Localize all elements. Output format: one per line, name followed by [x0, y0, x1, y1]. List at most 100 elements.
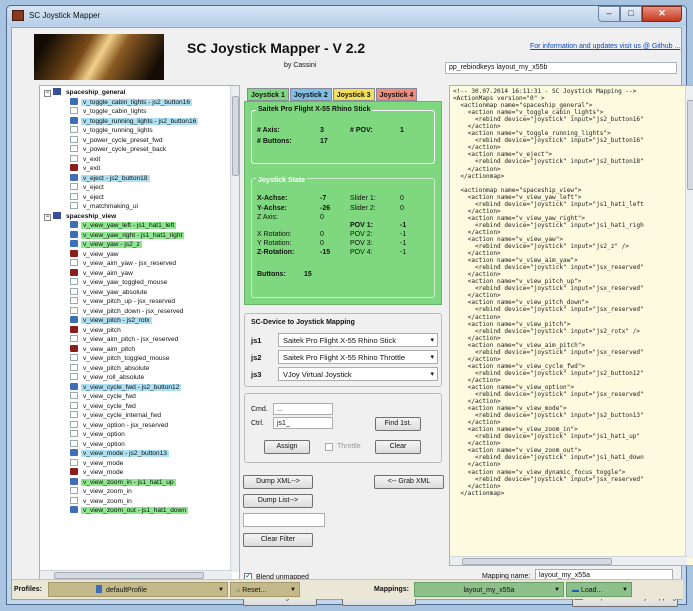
clear-button[interactable]: Clear [375, 440, 421, 454]
dump-xml-button[interactable]: Dump XML--> [243, 475, 313, 489]
tree-item[interactable]: v_matchmaking_ui [40, 202, 230, 212]
file-path-field[interactable]: pp_rebindkeys layout_my_x55b [445, 62, 677, 74]
collapse-icon[interactable]: − [44, 213, 51, 221]
tree-item[interactable]: v_view_cycle_internal_fwd [40, 411, 230, 421]
tree-item-label: v_toggle_cabin_lights - js2_button16 [81, 98, 193, 106]
tab-joystick-1[interactable]: Joystick 1 [247, 88, 289, 101]
tree-item[interactable]: v_view_pitch [40, 325, 230, 336]
tree-item[interactable]: v_view_cycle_fwd - js2_button12 [40, 382, 230, 393]
xml-vertical-scrollbar[interactable] [685, 86, 693, 558]
tree-item[interactable]: v_view_aim_pitch - jsx_reserved [40, 335, 230, 345]
mapping-value: layout_my_x55a [463, 587, 515, 594]
tree-item[interactable]: v_view_pitch - js2_rotx [40, 316, 230, 326]
mapping-dropdown[interactable]: layout_my_x55a ▼ [414, 582, 564, 597]
action-tree[interactable]: − spaceship_general v_toggle_cabin_lights … [39, 85, 240, 580]
filter-field[interactable] [243, 513, 325, 527]
tab-joystick-3[interactable]: Joystick 3 [332, 88, 375, 101]
tree-item[interactable]: v_view_pitch_up - jsx_reserved [40, 297, 230, 307]
tree-item[interactable]: v_view_yaw_absolute [40, 287, 230, 298]
tree-group[interactable]: − spaceship_view [40, 211, 230, 222]
reset-label: Reset... [242, 587, 267, 594]
tree-item[interactable]: v_eject [40, 192, 230, 203]
tree-item[interactable]: v_view_yaw_right - js1_hat1_right [40, 230, 230, 241]
tree-hscroll-thumb[interactable] [54, 572, 204, 579]
tree-item[interactable]: v_power_cycle_preset_back [40, 145, 230, 155]
unmapped-action-icon [70, 154, 78, 162]
tree-item[interactable]: v_view_yaw [40, 249, 230, 260]
xml-hscroll-thumb[interactable] [462, 558, 612, 565]
tree-item[interactable]: v_view_roll_absolute [40, 373, 230, 383]
xml-line: <rebind device="joystick" input="js2_rot… [453, 327, 641, 335]
tree-item[interactable]: v_toggle_cabin_lights - js2_button16 [40, 97, 230, 108]
app-banner-image [34, 34, 164, 80]
tree-item[interactable]: v_view_mode [40, 458, 230, 469]
tree-item[interactable]: v_view_mode - js2_button13 [40, 449, 230, 459]
xml-output[interactable]: <!-- 30.07.2014 16:11:31 - SC Joystick M… [449, 85, 693, 566]
unmapped-action-icon [70, 458, 78, 466]
reset-dropdown[interactable]: ⌂ Reset... ▼ [230, 582, 300, 597]
js2-device-select[interactable]: Saitek Pro Flight X-55 Rhino Throttle [278, 350, 438, 364]
tree-vertical-scrollbar[interactable] [230, 86, 239, 572]
tree-horizontal-scrollbar[interactable] [40, 570, 232, 579]
tree-item[interactable]: v_view_pitch_toggled_mouse [40, 354, 230, 364]
z-axis-value: 0 [320, 214, 324, 221]
tree-item[interactable]: v_view_zoom_in [40, 487, 230, 497]
tree-item[interactable]: v_view_aim_pitch [40, 344, 230, 355]
close-button[interactable]: ✕ [642, 6, 682, 22]
tree-item[interactable]: v_power_cycle_preset_fwd [40, 135, 230, 146]
throttle-checkbox[interactable] [325, 443, 333, 451]
xml-line: </action> [453, 440, 501, 448]
tree-item-label: v_view_option [83, 431, 125, 438]
grab-xml-button[interactable]: <-- Grab XML [374, 475, 444, 489]
xml-line: <actionmap name="spaceship_view"> [453, 186, 582, 194]
tree-group[interactable]: − spaceship_general [40, 88, 230, 98]
tree-item[interactable]: v_toggle_running_lights - js2_button16 [40, 116, 230, 127]
xml-horizontal-scrollbar[interactable] [450, 556, 687, 565]
js1-device-select[interactable]: Saitek Pro Flight X-55 Rhino Stick [278, 333, 438, 347]
tree-item[interactable]: v_toggle_cabin_lights [40, 107, 230, 117]
tree-item[interactable]: v_view_pitch_absolute [40, 363, 230, 374]
tree-item[interactable]: v_exit [40, 154, 230, 165]
tree-item[interactable]: v_view_yaw_toggled_mouse [40, 278, 230, 288]
tree-item[interactable]: v_view_aim_yaw [40, 268, 230, 279]
xml-scroll-thumb[interactable] [687, 100, 693, 190]
profile-icon [96, 585, 102, 593]
minimize-button[interactable]: – [598, 6, 620, 22]
js3-device-select[interactable]: VJoy Virtual Joystick [278, 367, 438, 381]
profile-dropdown[interactable]: defaultProfile ▼ [48, 582, 228, 597]
tree-item[interactable]: v_view_pitch_down - jsx_reserved [40, 306, 230, 317]
tree-item[interactable]: v_view_yaw_left - js1_hat1_left [40, 221, 230, 231]
byline: by Cassini [284, 62, 317, 69]
tree-item[interactable]: v_view_option [40, 430, 230, 440]
find-first-button[interactable]: Find 1st. [375, 417, 421, 431]
tree-item-label: v_view_cycle_fwd [83, 402, 136, 410]
tree-item[interactable]: v_view_mode [40, 468, 230, 478]
tab-joystick-2[interactable]: Joystick 2 [289, 88, 332, 101]
tree-item[interactable]: v_view_zoom_in - js1_hat1_up [40, 477, 230, 488]
tree-item[interactable]: v_view_cycle_fwd [40, 401, 230, 412]
cmd-field[interactable]: ... [273, 403, 333, 415]
tree-scroll-thumb[interactable] [232, 96, 239, 176]
info-link[interactable]: For information and updates visit us @ G… [530, 43, 680, 50]
tree-item-label: v_view_mode [83, 459, 124, 467]
tree-item[interactable]: v_exit [40, 164, 230, 174]
tree-item[interactable]: v_eject [40, 183, 230, 193]
tree-item[interactable]: v_view_option [40, 439, 230, 450]
load-dropdown[interactable]: ▬ Load... ▼ [566, 582, 632, 597]
tree-item[interactable]: v_view_zoom_out - js1_hat1_down [40, 506, 230, 516]
tree-item[interactable]: v_view_zoom_in [40, 496, 230, 507]
tree-item[interactable]: v_view_aim_yaw - jsx_reserved [40, 259, 230, 269]
assign-button[interactable]: Assign [264, 440, 310, 454]
pov4-value: -1 [400, 249, 407, 256]
dump-list-button[interactable]: Dump List--> [243, 494, 313, 508]
tree-item[interactable]: v_view_cycle_fwd [40, 392, 230, 402]
clear-filter-button[interactable]: Clear Filter [243, 533, 313, 547]
maximize-button[interactable]: □ [620, 6, 642, 22]
tree-item[interactable]: v_view_yaw - js2_z [40, 240, 230, 250]
tree-item[interactable]: v_eject - js2_button18 [40, 173, 230, 184]
ctrl-field[interactable]: js1_ [273, 417, 333, 429]
tree-item[interactable]: v_view_option - jsx_reserved [40, 420, 230, 431]
tab-joystick-4[interactable]: Joystick 4 [375, 88, 418, 101]
collapse-icon[interactable]: − [44, 90, 51, 97]
tree-item[interactable]: v_toggle_running_lights [40, 126, 230, 136]
